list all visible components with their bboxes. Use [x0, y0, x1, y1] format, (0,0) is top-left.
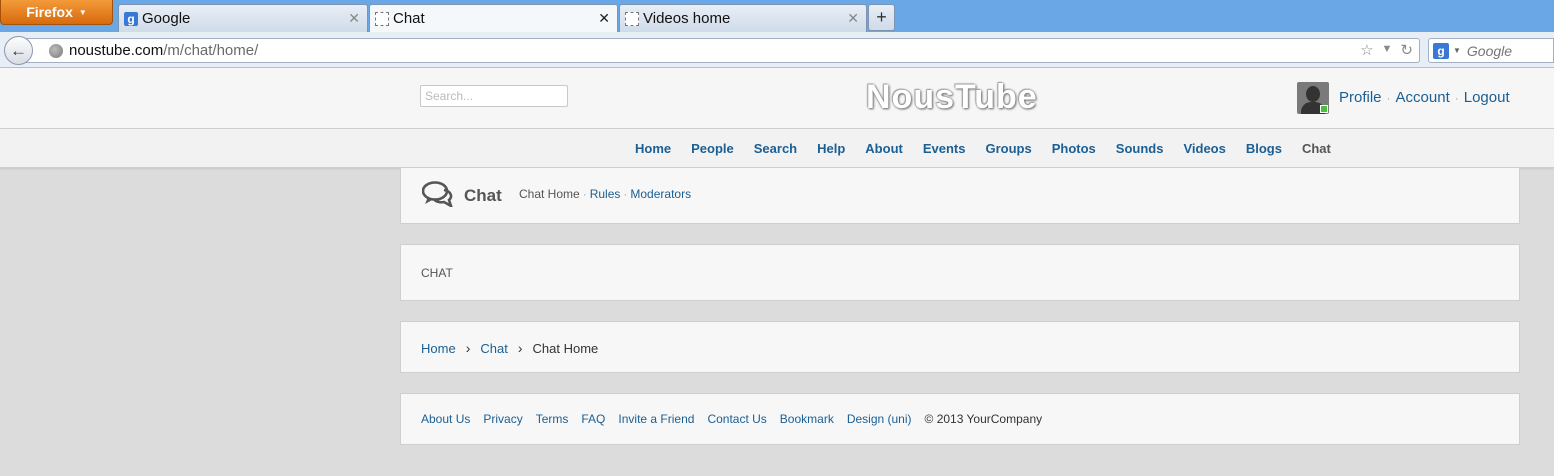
submenu-item-rules[interactable]: Rules: [590, 187, 621, 201]
menu-item-sounds[interactable]: Sounds: [1116, 141, 1164, 156]
menu-item-videos[interactable]: Videos: [1183, 141, 1225, 156]
online-status-icon: [1320, 105, 1328, 113]
site-footer: About Us Privacy Terms FAQ Invite a Frie…: [400, 393, 1520, 445]
footer-link-faq[interactable]: FAQ: [581, 412, 605, 426]
chevron-down-icon[interactable]: ▼: [1382, 43, 1393, 59]
menu-item-photos[interactable]: Photos: [1052, 141, 1096, 156]
bookmark-star-icon[interactable]: ☆: [1360, 41, 1373, 59]
footer-link-privacy[interactable]: Privacy: [483, 412, 522, 426]
chat-submenu: Chat Home · Rules · Moderators: [519, 187, 691, 201]
page-header-box: Chat Chat Home · Rules · Moderators: [400, 168, 1520, 224]
back-button[interactable]: ←: [4, 36, 33, 65]
close-icon[interactable]: ✕: [348, 10, 360, 27]
separator-dot: ·: [582, 187, 587, 201]
menu-item-help[interactable]: Help: [817, 141, 845, 156]
chevron-down-icon[interactable]: ▼: [1453, 46, 1461, 55]
menu-item-groups[interactable]: Groups: [985, 141, 1031, 156]
browser-search-input[interactable]: [1466, 42, 1547, 59]
browser-search-bar[interactable]: g ▼: [1428, 38, 1554, 63]
google-favicon-icon: g: [124, 11, 138, 26]
site-main-menu: Home People Search Help About Events Gro…: [0, 129, 1554, 168]
menu-item-about[interactable]: About: [865, 141, 903, 156]
url-host: noustube.com: [69, 42, 164, 59]
site-logo[interactable]: NousTube: [866, 78, 1038, 117]
breadcrumb-current: Chat Home: [532, 340, 599, 356]
tab-google[interactable]: g Google ✕: [118, 4, 368, 32]
menu-item-blogs[interactable]: Blogs: [1246, 141, 1282, 156]
url-path: /m/chat/home/: [163, 42, 259, 59]
account-link[interactable]: Account: [1396, 89, 1450, 106]
chat-content-box: CHAT: [400, 244, 1520, 301]
breadcrumb-separator: ›: [517, 340, 523, 356]
footer-link-invite-friend[interactable]: Invite a Friend: [618, 412, 694, 426]
firefox-menu-label: Firefox: [26, 4, 73, 20]
reload-icon[interactable]: ↻: [1400, 41, 1413, 59]
close-icon[interactable]: ✕: [847, 10, 859, 27]
chevron-down-icon: ▼: [78, 7, 87, 17]
tab-title: Google: [142, 10, 191, 27]
breadcrumb: Home › Chat › Chat Home: [400, 321, 1520, 373]
chat-bubbles-icon: [422, 181, 453, 207]
menu-item-events[interactable]: Events: [923, 141, 966, 156]
user-links: Profile · Account · Logout: [1339, 89, 1510, 106]
footer-link-bookmark[interactable]: Bookmark: [780, 412, 834, 426]
avatar[interactable]: [1297, 82, 1329, 114]
footer-link-design[interactable]: Design (uni): [847, 412, 912, 426]
tab-videos-home[interactable]: Videos home ✕: [619, 4, 867, 32]
site-search-input[interactable]: [420, 85, 568, 107]
separator-dot: ·: [1454, 90, 1459, 105]
breadcrumb-chat[interactable]: Chat: [480, 341, 507, 356]
separator-dot: ·: [1386, 90, 1391, 105]
browser-tab-bar: Firefox ▼ g Google ✕ Chat ✕ Videos home …: [0, 0, 1554, 32]
menu-item-people[interactable]: People: [691, 141, 734, 156]
tab-title: Chat: [393, 10, 425, 27]
url-bar[interactable]: noustube.com /m/chat/home/ ☆ ▼ ↻: [22, 38, 1420, 63]
footer-link-about-us[interactable]: About Us: [421, 412, 470, 426]
tab-chat[interactable]: Chat ✕: [369, 4, 618, 32]
firefox-menu-button[interactable]: Firefox ▼: [0, 0, 113, 25]
copyright-text: © 2013 YourCompany: [924, 412, 1043, 426]
menu-item-chat[interactable]: Chat: [1302, 141, 1331, 156]
profile-link[interactable]: Profile: [1339, 89, 1382, 106]
tab-title: Videos home: [643, 10, 731, 27]
separator-dot: ·: [623, 187, 628, 201]
browser-nav-bar: ← noustube.com /m/chat/home/ ☆ ▼ ↻ g ▼: [0, 32, 1554, 68]
menu-item-home[interactable]: Home: [635, 141, 671, 156]
google-icon: g: [1433, 42, 1449, 59]
globe-icon: [49, 43, 63, 58]
logout-link[interactable]: Logout: [1464, 89, 1510, 106]
breadcrumb-separator: ›: [465, 340, 471, 356]
blank-page-icon: [625, 11, 639, 26]
blank-page-icon: [375, 11, 389, 26]
footer-link-contact-us[interactable]: Contact Us: [707, 412, 766, 426]
menu-item-search[interactable]: Search: [754, 141, 797, 156]
new-tab-button[interactable]: +: [868, 4, 895, 31]
close-icon[interactable]: ✕: [598, 10, 610, 27]
user-silhouette-icon: [1306, 86, 1320, 102]
chat-content-text: CHAT: [421, 266, 453, 280]
breadcrumb-home[interactable]: Home: [421, 341, 456, 356]
page-title: Chat: [464, 186, 502, 205]
arrow-left-icon: ←: [10, 40, 27, 60]
footer-link-terms[interactable]: Terms: [536, 412, 569, 426]
site-header: NousTube Profile · Account · Logout: [0, 68, 1554, 129]
submenu-item-chat-home: Chat Home: [519, 187, 580, 201]
submenu-item-moderators[interactable]: Moderators: [630, 187, 691, 201]
